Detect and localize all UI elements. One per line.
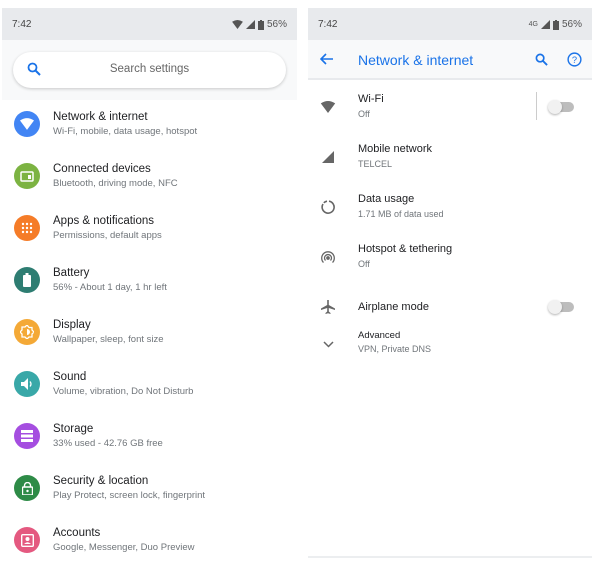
battery-status-icon [258,20,264,30]
help-icon[interactable]: ? [567,52,582,67]
item-title: Wi-Fi [358,93,384,105]
settings-panel: 7:42 56% Search settings Network & inter… [2,8,297,565]
wifi-toggle[interactable] [550,102,574,112]
item-title: Advanced [358,330,400,341]
item-subtitle: Wallpaper, sleep, font size [53,334,164,345]
wifi-icon [318,82,338,132]
settings-item-storage[interactable]: Storage 33% used - 42.76 GB free [2,411,297,459]
settings-item-network-internet[interactable]: Network & internet Wi-Fi, mobile, data u… [2,99,297,147]
storage-icon [14,423,40,449]
item-subtitle: Bluetooth, driving mode, NFC [53,178,178,189]
settings-item-accounts[interactable]: Accounts Google, Messenger, Duo Preview [2,515,297,563]
app-bar: Network & internet ? [308,40,592,80]
item-title: Hotspot & tethering [358,243,452,255]
status-time: 7:42 [12,19,31,30]
item-title: Security & location [53,475,148,487]
settings-item-apps-notifications[interactable]: Apps & notifications Permissions, defaul… [2,203,297,251]
item-subtitle: Play Protect, screen lock, fingerprint [53,490,205,501]
search-input[interactable]: Search settings [13,52,286,88]
item-title: Mobile network [358,143,432,155]
network-type: 4G [529,21,538,28]
status-bar: 7:42 56% [2,8,297,40]
status-bar: 7:42 4G 56% [308,8,592,40]
apps-icon [14,215,40,241]
item-title: Display [53,319,91,331]
wifi-icon [14,111,40,137]
item-subtitle: Wi-Fi, mobile, data usage, hotspot [53,126,197,137]
item-title: Data usage [358,193,414,205]
item-title: Airplane mode [358,301,429,313]
data-usage-icon [318,182,338,232]
search-area: Search settings [2,40,297,100]
page-title: Network & internet [358,52,473,68]
airplane-mode-toggle[interactable] [550,302,574,312]
brightness-icon [14,319,40,345]
item-subtitle: VPN, Private DNS [358,344,431,354]
network-item-hotspot-tethering[interactable]: Hotspot & tethering Off [308,232,592,282]
network-panel: 7:42 4G 56% Network & internet ? Wi-Fi Of… [308,8,592,558]
divider [536,92,537,120]
lock-icon [14,475,40,501]
signal-status-icon [541,20,550,29]
item-subtitle: TELCEL [358,159,392,169]
item-subtitle: Volume, vibration, Do Not Disturb [53,386,193,397]
item-subtitle: Permissions, default apps [53,230,162,241]
item-subtitle: Google, Messenger, Duo Preview [53,542,195,553]
item-subtitle: Off [358,259,370,269]
settings-item-security-location[interactable]: Security & location Play Protect, screen… [2,463,297,511]
devices-icon [14,163,40,189]
settings-item-battery[interactable]: Battery 56% - About 1 day, 1 hr left [2,255,297,303]
battery-percent: 56% [562,19,582,30]
item-title: Battery [53,267,89,279]
settings-item-connected-devices[interactable]: Connected devices Bluetooth, driving mod… [2,151,297,199]
item-title: Sound [53,371,86,383]
network-item-advanced[interactable]: Advanced VPN, Private DNS [308,319,592,369]
network-item-wi-fi[interactable]: Wi-Fi Off [308,82,592,132]
settings-item-sound[interactable]: Sound Volume, vibration, Do Not Disturb [2,359,297,407]
battery-icon [14,267,40,293]
network-item-data-usage[interactable]: Data usage 1.71 MB of data used [308,182,592,232]
item-title: Connected devices [53,163,151,175]
item-title: Apps & notifications [53,215,154,227]
item-subtitle: 1.71 MB of data used [358,209,444,219]
signal-icon [318,132,338,182]
battery-status-icon [553,20,559,30]
volume-icon [14,371,40,397]
status-time: 7:42 [318,19,337,30]
back-arrow-icon[interactable] [320,53,334,65]
chevron-down-icon [318,319,338,369]
item-title: Storage [53,423,93,435]
hotspot-icon [318,232,338,282]
settings-item-display[interactable]: Display Wallpaper, sleep, font size [2,307,297,355]
item-subtitle: 56% - About 1 day, 1 hr left [53,282,167,293]
signal-status-icon [246,20,255,29]
search-icon[interactable] [535,53,548,66]
wifi-status-icon [232,20,243,29]
search-placeholder: Search settings [13,63,286,75]
svg-text:?: ? [572,55,577,65]
battery-percent: 56% [267,19,287,30]
item-subtitle: 33% used - 42.76 GB free [53,438,163,449]
item-subtitle: Off [358,109,370,119]
network-item-mobile-network[interactable]: Mobile network TELCEL [308,132,592,182]
item-title: Accounts [53,527,100,539]
account-icon [14,527,40,553]
item-title: Network & internet [53,111,148,123]
